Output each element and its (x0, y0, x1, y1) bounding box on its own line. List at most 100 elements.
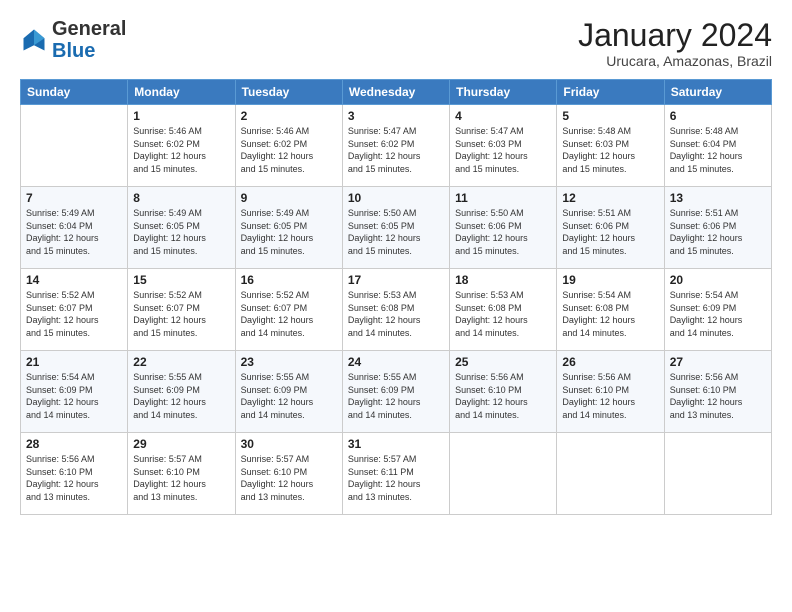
day-number: 17 (348, 273, 444, 287)
day-number: 3 (348, 109, 444, 123)
weekday-header-saturday: Saturday (664, 80, 771, 105)
day-number: 4 (455, 109, 551, 123)
day-info: Sunrise: 5:52 AM Sunset: 6:07 PM Dayligh… (26, 289, 122, 339)
day-number: 7 (26, 191, 122, 205)
calendar-cell: 10Sunrise: 5:50 AM Sunset: 6:05 PM Dayli… (342, 187, 449, 269)
calendar-cell: 22Sunrise: 5:55 AM Sunset: 6:09 PM Dayli… (128, 351, 235, 433)
day-number: 18 (455, 273, 551, 287)
day-info: Sunrise: 5:56 AM Sunset: 6:10 PM Dayligh… (670, 371, 766, 421)
calendar-cell: 7 Sunrise: 5:49 AM Sunset: 6:04 PM Daylig… (21, 187, 128, 269)
day-info: Sunrise: 5:53 AM Sunset: 6:08 PM Dayligh… (348, 289, 444, 339)
day-info: Sunrise: 5:56 AM Sunset: 6:10 PM Dayligh… (26, 453, 122, 503)
week-row-5: 28 Sunrise: 5:56 AM Sunset: 6:10 PM Dayli… (21, 433, 772, 515)
day-number: 1 (133, 109, 229, 123)
calendar-cell: 24 Sunrise: 5:55 AM Sunset: 6:09 PM Dayli… (342, 351, 449, 433)
calendar-cell: 30Sunrise: 5:57 AM Sunset: 6:10 PM Dayli… (235, 433, 342, 515)
calendar-cell: 11 Sunrise: 5:50 AM Sunset: 6:06 PM Dayli… (450, 187, 557, 269)
day-number: 29 (133, 437, 229, 451)
day-info: Sunrise: 5:50 AM Sunset: 6:06 PM Dayligh… (455, 207, 551, 257)
day-info: Sunrise: 5:46 AM Sunset: 6:02 PM Dayligh… (133, 125, 229, 175)
title-area: January 2024 Urucara, Amazonas, Brazil (578, 18, 772, 69)
day-info: Sunrise: 5:54 AM Sunset: 6:09 PM Dayligh… (670, 289, 766, 339)
day-number: 10 (348, 191, 444, 205)
calendar-cell: 4Sunrise: 5:47 AM Sunset: 6:03 PM Daylig… (450, 105, 557, 187)
day-info: Sunrise: 5:56 AM Sunset: 6:10 PM Dayligh… (562, 371, 658, 421)
day-info: Sunrise: 5:48 AM Sunset: 6:03 PM Dayligh… (562, 125, 658, 175)
calendar-cell: 16 Sunrise: 5:52 AM Sunset: 6:07 PM Dayli… (235, 269, 342, 351)
calendar-cell: 20 Sunrise: 5:54 AM Sunset: 6:09 PM Dayli… (664, 269, 771, 351)
day-number: 30 (241, 437, 337, 451)
day-number: 21 (26, 355, 122, 369)
day-info: Sunrise: 5:49 AM Sunset: 6:04 PM Dayligh… (26, 207, 122, 257)
day-info: Sunrise: 5:52 AM Sunset: 6:07 PM Dayligh… (133, 289, 229, 339)
day-info: Sunrise: 5:52 AM Sunset: 6:07 PM Dayligh… (241, 289, 337, 339)
logo: General Blue (20, 18, 126, 62)
week-row-4: 21Sunrise: 5:54 AM Sunset: 6:09 PM Dayli… (21, 351, 772, 433)
calendar-cell: 13Sunrise: 5:51 AM Sunset: 6:06 PM Dayli… (664, 187, 771, 269)
calendar-cell: 18Sunrise: 5:53 AM Sunset: 6:08 PM Dayli… (450, 269, 557, 351)
calendar-cell: 17 Sunrise: 5:53 AM Sunset: 6:08 PM Dayli… (342, 269, 449, 351)
day-number: 2 (241, 109, 337, 123)
day-number: 20 (670, 273, 766, 287)
calendar-cell: 15 Sunrise: 5:52 AM Sunset: 6:07 PM Dayli… (128, 269, 235, 351)
day-number: 24 (348, 355, 444, 369)
day-number: 9 (241, 191, 337, 205)
calendar-cell: 25Sunrise: 5:56 AM Sunset: 6:10 PM Dayli… (450, 351, 557, 433)
weekday-header-sunday: Sunday (21, 80, 128, 105)
day-info: Sunrise: 5:47 AM Sunset: 6:02 PM Dayligh… (348, 125, 444, 175)
calendar-cell (557, 433, 664, 515)
calendar-cell: 14 Sunrise: 5:52 AM Sunset: 6:07 PM Dayli… (21, 269, 128, 351)
calendar-cell: 12Sunrise: 5:51 AM Sunset: 6:06 PM Dayli… (557, 187, 664, 269)
calendar-cell: 27 Sunrise: 5:56 AM Sunset: 6:10 PM Dayli… (664, 351, 771, 433)
location-subtitle: Urucara, Amazonas, Brazil (578, 53, 772, 69)
calendar-cell: 6 Sunrise: 5:48 AM Sunset: 6:04 PM Daylig… (664, 105, 771, 187)
day-number: 28 (26, 437, 122, 451)
week-row-1: 1 Sunrise: 5:46 AM Sunset: 6:02 PM Daylig… (21, 105, 772, 187)
day-number: 26 (562, 355, 658, 369)
day-info: Sunrise: 5:55 AM Sunset: 6:09 PM Dayligh… (348, 371, 444, 421)
day-number: 11 (455, 191, 551, 205)
day-info: Sunrise: 5:55 AM Sunset: 6:09 PM Dayligh… (133, 371, 229, 421)
day-number: 8 (133, 191, 229, 205)
day-number: 31 (348, 437, 444, 451)
day-number: 23 (241, 355, 337, 369)
calendar-cell: 19 Sunrise: 5:54 AM Sunset: 6:08 PM Dayli… (557, 269, 664, 351)
calendar-cell: 26 Sunrise: 5:56 AM Sunset: 6:10 PM Dayli… (557, 351, 664, 433)
day-number: 14 (26, 273, 122, 287)
logo-blue-text: Blue (52, 40, 95, 62)
day-number: 16 (241, 273, 337, 287)
calendar-cell: 29Sunrise: 5:57 AM Sunset: 6:10 PM Dayli… (128, 433, 235, 515)
weekday-header-thursday: Thursday (450, 80, 557, 105)
month-title: January 2024 (578, 18, 772, 53)
header: General Blue January 2024 Urucara, Amazo… (20, 18, 772, 69)
logo-text: General Blue (52, 18, 126, 62)
weekday-header-tuesday: Tuesday (235, 80, 342, 105)
calendar-cell: 8Sunrise: 5:49 AM Sunset: 6:05 PM Daylig… (128, 187, 235, 269)
week-row-3: 14 Sunrise: 5:52 AM Sunset: 6:07 PM Dayli… (21, 269, 772, 351)
day-number: 27 (670, 355, 766, 369)
calendar-cell: 3 Sunrise: 5:47 AM Sunset: 6:02 PM Daylig… (342, 105, 449, 187)
weekday-header-friday: Friday (557, 80, 664, 105)
calendar-cell: 2 Sunrise: 5:46 AM Sunset: 6:02 PM Daylig… (235, 105, 342, 187)
day-number: 19 (562, 273, 658, 287)
day-number: 13 (670, 191, 766, 205)
day-number: 6 (670, 109, 766, 123)
day-info: Sunrise: 5:51 AM Sunset: 6:06 PM Dayligh… (562, 207, 658, 257)
calendar-cell: 9Sunrise: 5:49 AM Sunset: 6:05 PM Daylig… (235, 187, 342, 269)
day-number: 5 (562, 109, 658, 123)
week-row-2: 7 Sunrise: 5:49 AM Sunset: 6:04 PM Daylig… (21, 187, 772, 269)
day-info: Sunrise: 5:54 AM Sunset: 6:08 PM Dayligh… (562, 289, 658, 339)
calendar-cell: 1 Sunrise: 5:46 AM Sunset: 6:02 PM Daylig… (128, 105, 235, 187)
calendar-cell: 21Sunrise: 5:54 AM Sunset: 6:09 PM Dayli… (21, 351, 128, 433)
day-info: Sunrise: 5:55 AM Sunset: 6:09 PM Dayligh… (241, 371, 337, 421)
day-number: 25 (455, 355, 551, 369)
logo-icon (20, 26, 48, 54)
day-info: Sunrise: 5:48 AM Sunset: 6:04 PM Dayligh… (670, 125, 766, 175)
day-number: 15 (133, 273, 229, 287)
page: General Blue January 2024 Urucara, Amazo… (0, 0, 792, 529)
calendar-cell (21, 105, 128, 187)
weekday-header-row: SundayMondayTuesdayWednesdayThursdayFrid… (21, 80, 772, 105)
calendar-cell (664, 433, 771, 515)
day-info: Sunrise: 5:57 AM Sunset: 6:11 PM Dayligh… (348, 453, 444, 503)
day-info: Sunrise: 5:46 AM Sunset: 6:02 PM Dayligh… (241, 125, 337, 175)
